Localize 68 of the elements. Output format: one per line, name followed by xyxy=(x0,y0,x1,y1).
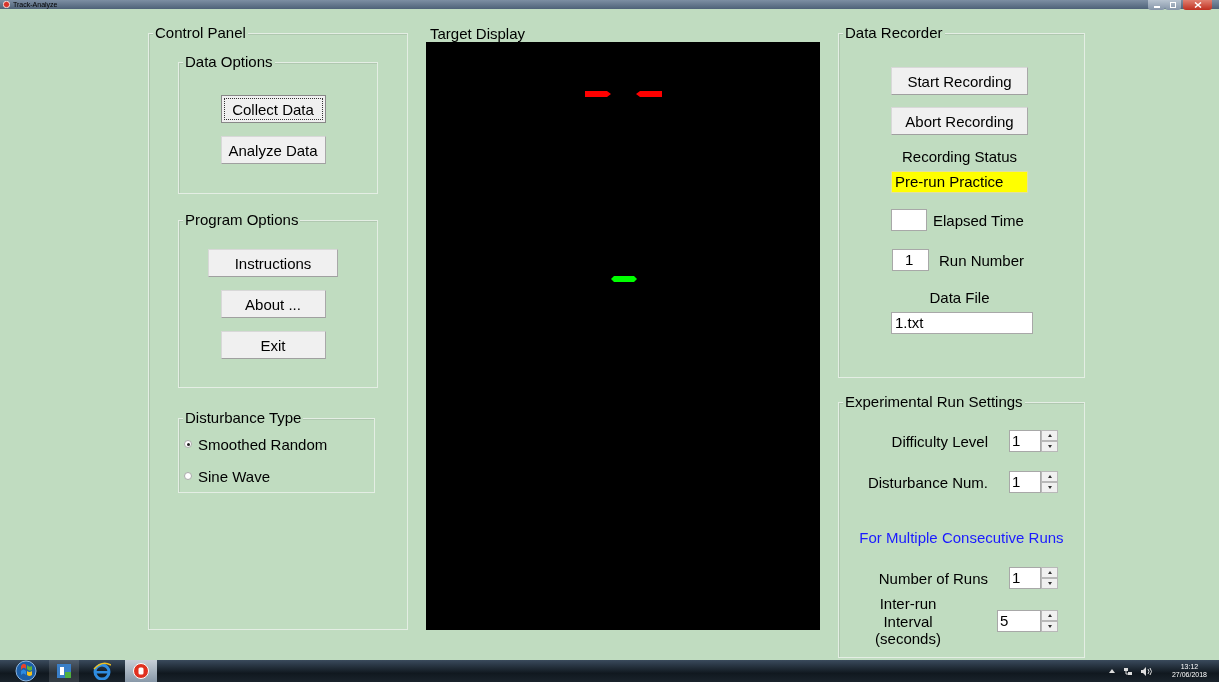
spin-box[interactable]: 5 xyxy=(997,610,1058,633)
restore-icon xyxy=(1169,2,1177,8)
down-arrow-icon xyxy=(1047,445,1052,448)
spin-box[interactable]: 1 xyxy=(1009,471,1058,493)
field-label: Difficulty Level xyxy=(890,432,988,450)
show-hidden-icon[interactable] xyxy=(1108,669,1115,673)
minimize-button[interactable] xyxy=(1148,0,1165,10)
start-button[interactable] xyxy=(15,660,37,682)
network-icon[interactable] xyxy=(1122,666,1133,676)
volume-icon[interactable] xyxy=(1140,666,1152,676)
number-field[interactable]: 1 xyxy=(1009,567,1041,589)
data-file-field[interactable]: 1.txt xyxy=(891,312,1033,334)
spin-down-button[interactable] xyxy=(1041,621,1058,633)
action-button[interactable]: Abort Recording xyxy=(891,107,1028,135)
spin-box[interactable]: 1 xyxy=(1009,567,1058,589)
spin-up-button[interactable] xyxy=(1041,567,1058,578)
status-field: Pre-run Practice xyxy=(891,171,1028,193)
down-arrow-icon xyxy=(1047,625,1052,629)
close-icon xyxy=(1193,2,1202,8)
radio-label: Sine Wave xyxy=(198,467,270,485)
action-button[interactable]: Analyze Data xyxy=(220,136,326,164)
spin-up-button[interactable] xyxy=(1041,610,1058,622)
spin-down-button[interactable] xyxy=(1041,441,1058,452)
status-label: Recording Status xyxy=(900,148,1019,166)
app-icon xyxy=(3,1,10,8)
action-button[interactable]: Instructions xyxy=(208,249,338,277)
spin-down-button[interactable] xyxy=(1041,482,1058,493)
radio-button[interactable] xyxy=(184,472,192,480)
number-field[interactable]: 1 xyxy=(1009,430,1041,452)
radio-button[interactable] xyxy=(184,440,192,448)
group-title: Disturbance Type xyxy=(183,409,304,427)
section-note: For Multiple Consecutive Runs xyxy=(859,529,1064,547)
close-button[interactable] xyxy=(1183,0,1212,10)
run-number-field: 1 xyxy=(892,249,929,271)
browser-icon xyxy=(93,662,111,680)
group-title: Data Options xyxy=(183,53,275,71)
display-title: Target Display xyxy=(430,25,526,42)
field-label: Data File xyxy=(928,289,991,307)
up-arrow-icon xyxy=(1047,475,1052,478)
up-arrow-icon xyxy=(1047,434,1052,437)
action-button[interactable]: Exit xyxy=(220,331,326,359)
group-title: Experimental Run Settings xyxy=(843,393,1025,411)
up-arrow-icon xyxy=(1047,614,1052,618)
spin-up-button[interactable] xyxy=(1041,430,1058,441)
spin-box[interactable]: 1 xyxy=(1009,430,1058,452)
elapsed-time-field xyxy=(891,209,927,231)
action-button[interactable]: Start Recording xyxy=(891,67,1028,95)
number-field[interactable]: 1 xyxy=(1009,471,1041,493)
spin-down-button[interactable] xyxy=(1041,578,1058,589)
group-title: Program Options xyxy=(183,211,301,229)
field-label: Number of Runs xyxy=(877,569,988,587)
field-label: Elapsed Time xyxy=(933,211,1024,229)
cursor-marker xyxy=(611,276,637,282)
up-arrow-icon xyxy=(1047,571,1052,574)
field-label: Run Number xyxy=(939,251,1025,269)
field-label: Disturbance Num. xyxy=(866,473,988,491)
restore-button[interactable] xyxy=(1165,0,1181,10)
action-button[interactable]: About ... xyxy=(220,290,326,318)
app-icon xyxy=(133,663,149,679)
radio-label: Smoothed Random xyxy=(198,435,328,453)
down-arrow-icon xyxy=(1047,582,1052,585)
taskbar-app-button[interactable] xyxy=(49,660,79,682)
window-app-icon xyxy=(56,663,72,679)
action-button[interactable]: Collect Data xyxy=(220,95,326,123)
number-field[interactable]: 5 xyxy=(997,610,1041,633)
spin-up-button[interactable] xyxy=(1041,471,1058,482)
field-label: Inter-run Interval (seconds) xyxy=(874,595,942,648)
down-arrow-icon xyxy=(1047,486,1052,489)
